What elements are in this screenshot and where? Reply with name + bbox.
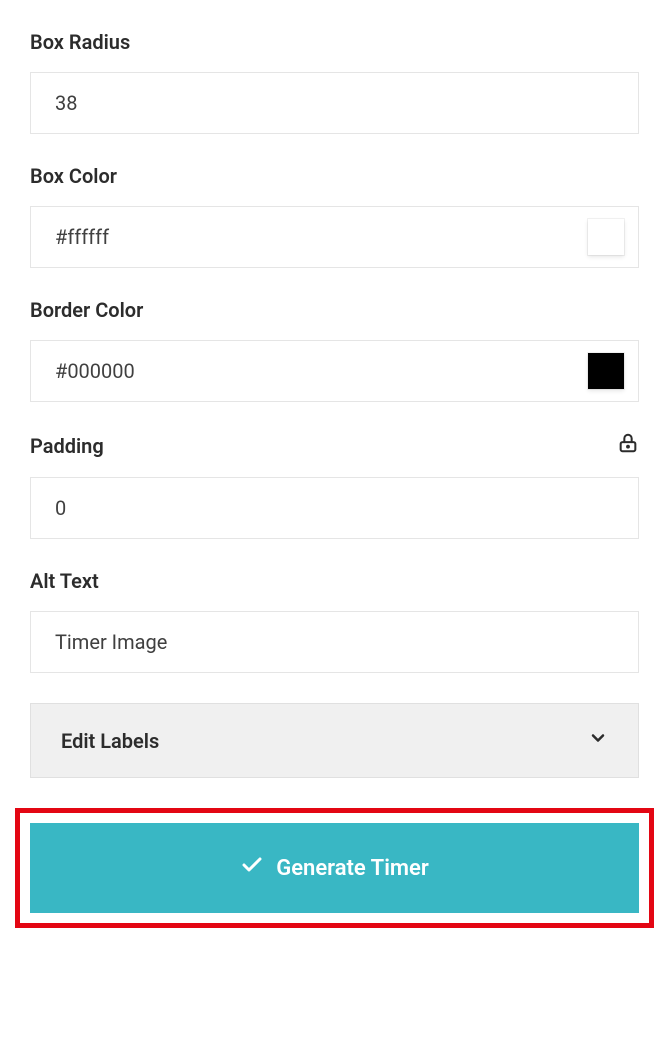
padding-input[interactable] bbox=[30, 477, 639, 539]
padding-label-row: Padding bbox=[30, 432, 639, 459]
check-icon bbox=[240, 853, 264, 883]
box-color-input[interactable] bbox=[31, 207, 588, 267]
border-color-input-wrap bbox=[30, 340, 639, 402]
border-color-input[interactable] bbox=[31, 341, 588, 401]
box-color-label: Box Color bbox=[30, 164, 639, 188]
border-color-field: Border Color bbox=[30, 298, 639, 402]
generate-button-highlight: Generate Timer bbox=[15, 808, 654, 928]
padding-label: Padding bbox=[30, 434, 104, 458]
alt-text-label: Alt Text bbox=[30, 569, 639, 593]
box-color-swatch[interactable] bbox=[588, 219, 624, 255]
border-color-swatch[interactable] bbox=[588, 353, 624, 389]
box-radius-label: Box Radius bbox=[30, 30, 639, 54]
box-color-field: Box Color bbox=[30, 164, 639, 268]
alt-text-field: Alt Text bbox=[30, 569, 639, 673]
box-color-input-wrap bbox=[30, 206, 639, 268]
lock-icon[interactable] bbox=[617, 432, 639, 459]
box-radius-input[interactable] bbox=[30, 72, 639, 134]
box-radius-field: Box Radius bbox=[30, 30, 639, 134]
generate-timer-button[interactable]: Generate Timer bbox=[30, 823, 639, 913]
alt-text-input[interactable] bbox=[30, 611, 639, 673]
border-color-label: Border Color bbox=[30, 298, 639, 322]
chevron-down-icon bbox=[588, 728, 608, 753]
generate-timer-label: Generate Timer bbox=[276, 856, 429, 881]
edit-labels-accordion[interactable]: Edit Labels bbox=[30, 703, 639, 778]
padding-field: Padding bbox=[30, 432, 639, 539]
edit-labels-label: Edit Labels bbox=[61, 729, 159, 753]
